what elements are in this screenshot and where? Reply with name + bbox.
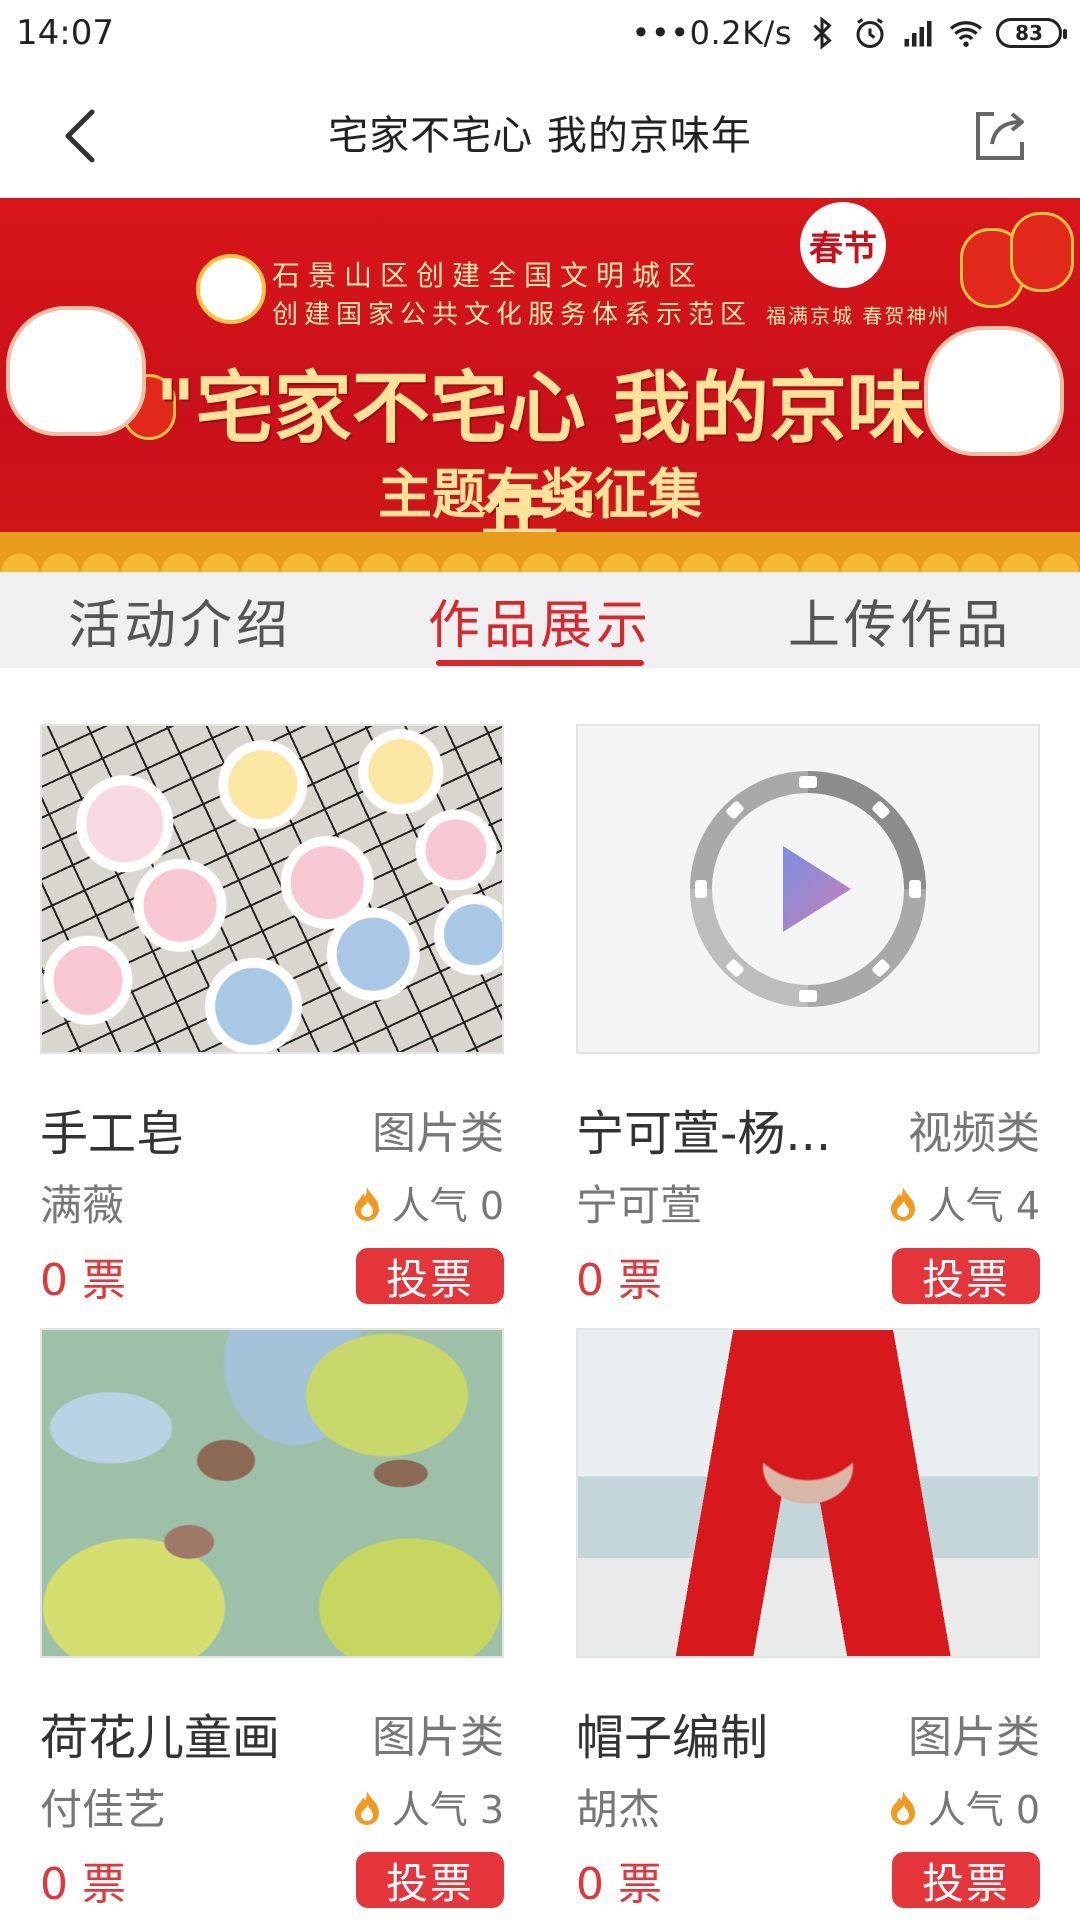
battery-icon: 83: [996, 18, 1067, 48]
banner-theme: 主题有奖征集: [378, 463, 702, 526]
work-thumbnail[interactable]: [40, 724, 504, 1054]
network-speed: •••0.2K/s: [631, 14, 792, 52]
chevron-left-icon: [65, 109, 95, 163]
ox-mascot-icon: [924, 326, 1064, 456]
work-title: 荷花儿童画: [40, 1710, 281, 1766]
work-card[interactable]: 宁可萱-杨... 视频类 宁可萱 人气 4 0 票 投票: [576, 724, 1040, 1306]
vote-count: 0 票: [576, 1255, 662, 1306]
banner-subtitle-2: 创建国家公共文化服务体系示范区: [272, 300, 753, 330]
banner-wave-decoration: [0, 532, 1080, 572]
share-button[interactable]: [960, 96, 1040, 176]
flame-icon: [890, 1186, 915, 1221]
popularity: 人气 4: [888, 1175, 1040, 1230]
wifi-icon: [949, 21, 983, 47]
status-bar: 14:07 •••0.2K/s 83: [0, 0, 1080, 66]
work-thumbnail[interactable]: [576, 724, 1040, 1054]
popularity: 人气 0: [352, 1175, 504, 1230]
flame-icon: [354, 1790, 379, 1825]
org-logo: [196, 254, 266, 324]
work-category: 图片类: [372, 1108, 504, 1159]
ox-mascot-icon: [6, 306, 146, 436]
work-author: 宁可萱: [576, 1181, 703, 1230]
page-title: 宅家不宅心 我的京味年: [328, 113, 752, 159]
lantern-icon: [1010, 212, 1074, 292]
vote-button[interactable]: 投票: [356, 1248, 504, 1304]
vote-count: 0 票: [40, 1255, 126, 1306]
flame-icon: [354, 1186, 379, 1221]
activity-banner: 石景山区创建全国文明城区 创建国家公共文化服务体系示范区 春节 福满京城 春贺神…: [0, 198, 1080, 572]
tab-upload-work[interactable]: 上传作品: [720, 572, 1080, 668]
status-time: 14:07: [16, 13, 114, 53]
vote-button[interactable]: 投票: [356, 1852, 504, 1908]
work-title: 手工皂: [40, 1106, 185, 1162]
tab-works-display[interactable]: 作品展示: [360, 572, 720, 668]
alarm-icon: [856, 18, 884, 48]
tab-bar: 活动介绍 作品展示 上传作品: [0, 572, 1080, 668]
work-card[interactable]: 帽子编制 图片类 胡杰 人气 0 0 票 投票: [576, 1328, 1040, 1910]
back-button[interactable]: [40, 96, 120, 176]
flame-icon: [890, 1790, 915, 1825]
work-author: 满薇: [40, 1181, 125, 1230]
tab-activity-intro[interactable]: 活动介绍: [0, 572, 360, 668]
banner-blessing: 福满京城 春贺神州: [766, 304, 951, 328]
work-author: 胡杰: [576, 1785, 661, 1834]
work-thumbnail[interactable]: [576, 1328, 1040, 1658]
spring-festival-badge: 春节: [800, 202, 886, 288]
work-card[interactable]: 荷花儿童画 图片类 付佳艺 人气 3 0 票 投票: [40, 1328, 504, 1910]
work-category: 视频类: [908, 1108, 1040, 1159]
work-category: 图片类: [372, 1712, 504, 1763]
work-card[interactable]: 手工皂 图片类 满薇 人气 0 0 票 投票: [40, 724, 504, 1306]
video-reel-icon: [690, 771, 926, 1007]
work-thumbnail[interactable]: [40, 1328, 504, 1658]
work-author: 付佳艺: [40, 1785, 167, 1834]
bluetooth-icon: [813, 16, 832, 50]
signal-icon: [904, 21, 932, 47]
vote-count: 0 票: [576, 1859, 662, 1910]
status-icons: •••0.2K/s 83: [631, 14, 1067, 52]
vote-count: 0 票: [40, 1859, 126, 1910]
popularity: 人气 3: [352, 1779, 504, 1834]
dots-icon: •••: [631, 14, 690, 52]
vote-button[interactable]: 投票: [892, 1248, 1040, 1304]
banner-subtitle-1: 石景山区创建全国文明城区: [272, 259, 705, 292]
vote-button[interactable]: 投票: [892, 1852, 1040, 1908]
work-title: 帽子编制: [576, 1710, 769, 1766]
popularity: 人气 0: [888, 1779, 1040, 1834]
work-title: 宁可萱-杨...: [576, 1106, 832, 1162]
share-icon: [976, 112, 1024, 160]
nav-bar: 宅家不宅心 我的京味年: [0, 66, 1080, 198]
work-category: 图片类: [908, 1712, 1040, 1763]
